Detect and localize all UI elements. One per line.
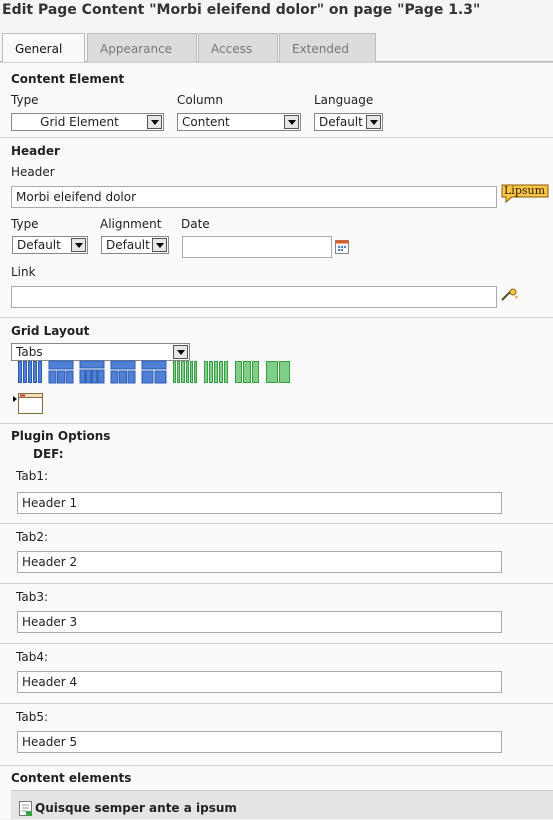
header-label: Header — [11, 165, 55, 179]
content-element-section: Content Element Type Grid Element Column… — [0, 62, 553, 137]
grid-layout-value: Tabs — [16, 345, 43, 359]
content-elements-section: Content elements Quisque semper ante a i… — [0, 765, 553, 819]
type-select[interactable]: Grid Element — [11, 113, 164, 131]
header-section: Header Header Morbi eleifend dolor Lipsu… — [0, 137, 553, 317]
plugin-options-title: Plugin Options — [11, 429, 111, 443]
column-select[interactable]: Content — [177, 113, 301, 131]
chevron-down-icon — [284, 115, 299, 129]
tab2-input[interactable]: Header 2 — [17, 551, 502, 573]
grid-layout-select[interactable]: Tabs — [11, 343, 190, 361]
tab-bar: General Appearance Access Extended — [0, 31, 553, 63]
header-section-title: Header — [11, 144, 60, 158]
link-label: Link — [11, 265, 36, 279]
selected-layout-preview-icon — [12, 391, 44, 415]
layout-4col-icon[interactable] — [17, 360, 43, 384]
chevron-down-icon — [71, 238, 86, 252]
layout-green-2col-icon[interactable] — [265, 360, 291, 384]
layout-header-4col-icon[interactable] — [79, 360, 105, 384]
tab5-input[interactable]: Header 5 — [17, 731, 502, 753]
calendar-icon[interactable] — [335, 240, 349, 254]
tab4-input[interactable]: Header 4 — [17, 671, 502, 693]
date-input[interactable] — [182, 236, 332, 258]
layout-header-3col-icon[interactable] — [48, 360, 74, 384]
tab-general[interactable]: General — [2, 33, 85, 63]
layout-green-3col-icon[interactable] — [234, 360, 260, 384]
content-elements-title: Content elements — [11, 771, 132, 785]
chevron-down-icon — [173, 345, 188, 359]
tab5-row: Tab5: Header 5 — [0, 703, 553, 765]
language-label: Language — [314, 93, 374, 107]
type-select-value: Grid Element — [40, 115, 119, 129]
tab2-row: Tab2: Header 2 — [0, 523, 553, 583]
tab3-input[interactable]: Header 3 — [17, 611, 502, 633]
date-label: Date — [181, 217, 210, 231]
tab5-label: Tab5: — [16, 710, 48, 724]
plugin-options-subtitle: DEF: — [33, 447, 64, 461]
grid-layout-title: Grid Layout — [11, 324, 90, 338]
content-element-title: Content Element — [11, 72, 125, 86]
tab-appearance[interactable]: Appearance — [87, 33, 197, 62]
content-element-icon — [19, 801, 33, 817]
language-select-value: Default — [319, 115, 363, 129]
chevron-down-icon — [147, 115, 162, 129]
language-select[interactable]: Default — [314, 113, 383, 131]
chevron-down-icon — [366, 115, 381, 129]
link-input[interactable] — [11, 286, 497, 308]
tab1-label: Tab1: — [16, 469, 48, 483]
tab4-label: Tab4: — [16, 650, 48, 664]
content-element-title-text: Quisque semper ante a ipsum — [35, 801, 237, 815]
tab2-label: Tab2: — [16, 530, 48, 544]
tab-access[interactable]: Access — [198, 33, 278, 62]
tab1-input[interactable]: Header 1 — [17, 492, 502, 514]
header-type-label: Type — [11, 217, 39, 231]
header-input[interactable]: Morbi eleifend dolor — [11, 186, 497, 208]
alignment-label: Alignment — [100, 217, 162, 231]
tab4-row: Tab4: Header 4 — [0, 643, 553, 703]
tab-extended[interactable]: Extended — [279, 33, 376, 62]
column-select-value: Content — [182, 115, 230, 129]
layout-green-5col-icon[interactable] — [203, 360, 229, 384]
layout-green-6col-icon[interactable] — [172, 360, 198, 384]
content-element-item[interactable]: Quisque semper ante a ipsum — [11, 790, 553, 819]
layout-header-2col-icon[interactable] — [110, 360, 136, 384]
page-title: Edit Page Content "Morbi eleifend dolor"… — [2, 2, 481, 18]
column-label: Column — [177, 93, 223, 107]
type-label: Type — [11, 93, 39, 107]
alignment-select[interactable]: Default — [101, 236, 169, 254]
chevron-down-icon — [152, 238, 167, 252]
layout-2x2-icon[interactable] — [141, 360, 167, 384]
link-wizard-icon[interactable] — [501, 288, 519, 302]
header-type-select[interactable]: Default — [12, 236, 88, 254]
tab3-row: Tab3: Header 3 — [0, 583, 553, 643]
lipsum-label: Lipsum — [504, 184, 546, 197]
tab3-label: Tab3: — [16, 590, 48, 604]
plugin-options-section: Plugin Options DEF: Tab1: Header 1 — [0, 423, 553, 523]
alignment-value: Default — [106, 238, 150, 252]
header-type-value: Default — [17, 238, 61, 252]
lipsum-button[interactable]: Lipsum — [500, 181, 550, 204]
